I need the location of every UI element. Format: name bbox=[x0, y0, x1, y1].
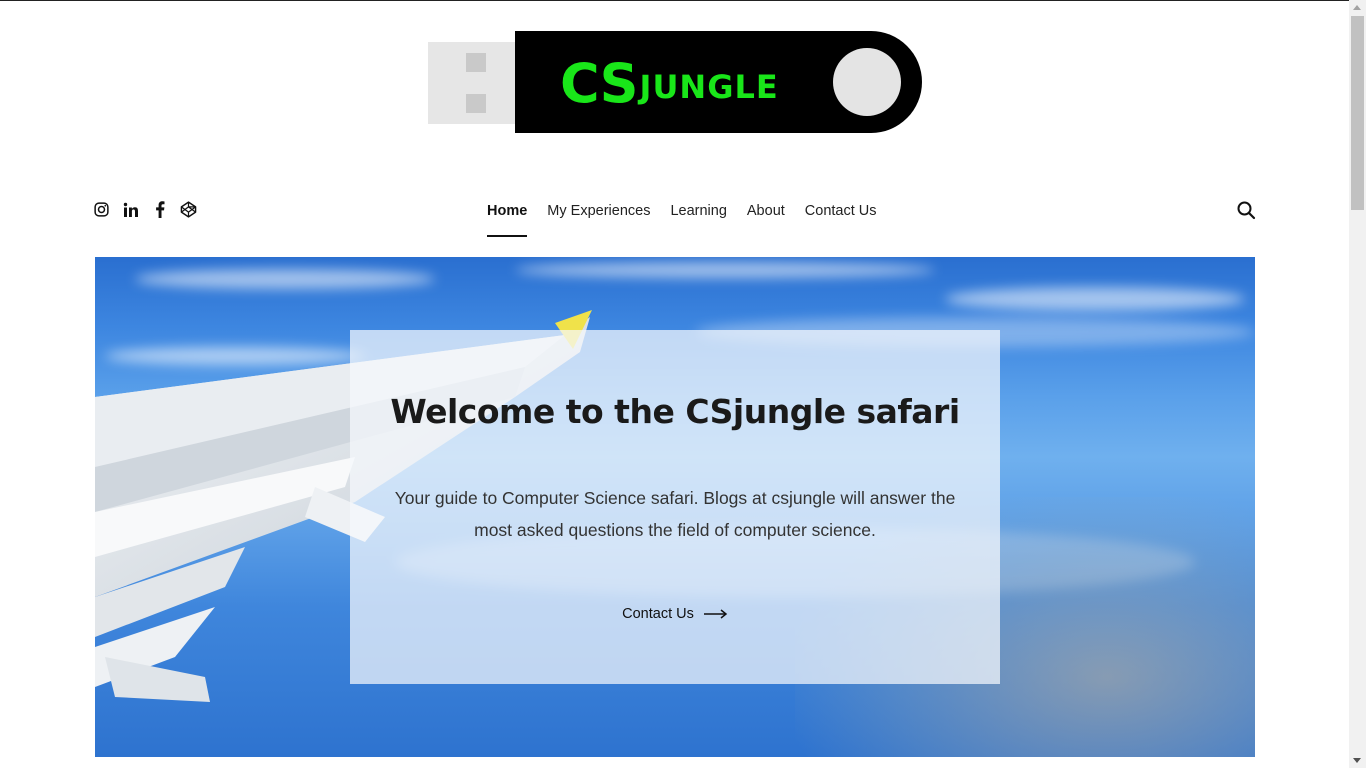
social-links bbox=[93, 200, 197, 219]
hero-title: Welcome to the CSjungle safari bbox=[390, 392, 960, 431]
usb-plug bbox=[428, 42, 518, 124]
hero-contact-button[interactable]: Contact Us bbox=[350, 606, 1000, 622]
nav-item-home[interactable]: Home bbox=[487, 201, 528, 237]
instagram-icon[interactable] bbox=[93, 200, 110, 219]
nav-item-about[interactable]: About bbox=[747, 201, 785, 237]
scrollbar-thumb[interactable] bbox=[1351, 16, 1364, 210]
logo-wordmark: CS JUNGLE bbox=[560, 53, 779, 113]
hero-contact-label: Contact Us bbox=[622, 606, 694, 622]
main-nav: Home My Experiences Learning About Conta… bbox=[487, 201, 897, 237]
scroll-up-arrow-icon[interactable] bbox=[1353, 5, 1361, 10]
nav-item-contact-us[interactable]: Contact Us bbox=[805, 201, 877, 237]
codepen-icon[interactable] bbox=[180, 200, 197, 219]
logo-text-cs: CS bbox=[560, 52, 639, 115]
facebook-icon[interactable] bbox=[151, 200, 168, 219]
logo-body: CS JUNGLE bbox=[515, 31, 922, 133]
usb-pin bbox=[466, 53, 486, 72]
hero-description: Your guide to Computer Science safari. B… bbox=[394, 488, 956, 540]
vertical-scrollbar[interactable] bbox=[1349, 0, 1366, 768]
nav-item-my-experiences[interactable]: My Experiences bbox=[547, 201, 650, 237]
nav-item-learning[interactable]: Learning bbox=[670, 201, 726, 237]
logo-circle bbox=[833, 48, 901, 116]
usb-pin bbox=[466, 94, 486, 113]
arrow-right-icon bbox=[703, 609, 728, 619]
logo-text-jungle: JUNGLE bbox=[639, 68, 779, 106]
page: CS JUNGLE Home My Experiences Learning A… bbox=[0, 0, 1349, 768]
site-logo[interactable]: CS JUNGLE bbox=[428, 31, 922, 133]
hero-banner: Welcome to the CSjungle safari Your guid… bbox=[95, 257, 1255, 757]
linkedin-icon[interactable] bbox=[122, 200, 139, 219]
hero-card: Welcome to the CSjungle safari Your guid… bbox=[350, 330, 1000, 684]
scroll-down-arrow-icon[interactable] bbox=[1353, 758, 1361, 763]
search-icon[interactable] bbox=[1236, 200, 1256, 220]
